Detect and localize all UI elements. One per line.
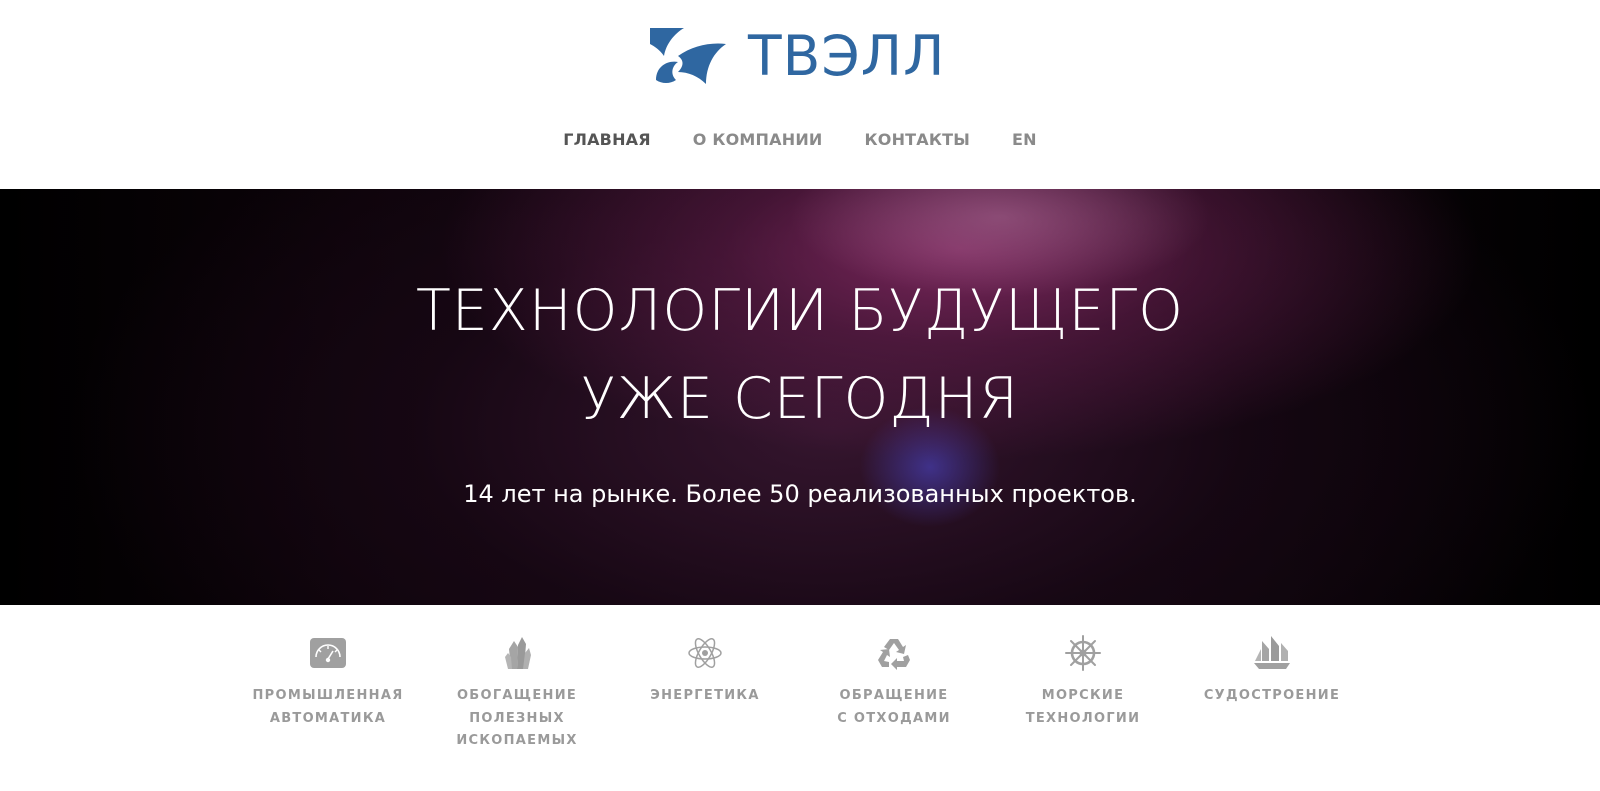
hero-title-line-1: ТЕХНОЛОГИИ БУДУЩЕГО: [415, 278, 1185, 344]
nav-item-language-en[interactable]: EN: [1012, 125, 1037, 155]
sailing-ship-icon: [1254, 636, 1290, 669]
nav-item-contacts[interactable]: КОНТАКТЫ: [865, 125, 971, 155]
site-header: ТВЭЛЛ ГЛАВНАЯ О КОМПАНИИ КОНТАКТЫ EN: [0, 0, 1600, 189]
ship-wheel-icon: [1065, 635, 1101, 671]
feature-waste-management[interactable]: ОБРАЩЕНИЕ С ОТХОДАМИ: [814, 633, 974, 730]
feature-label: МОРСКИЕ ТЕХНОЛОГИИ: [1025, 688, 1141, 726]
logo-text: ТВЭЛЛ: [748, 24, 946, 88]
logo-mark-icon: [650, 28, 726, 84]
feature-industrial-automation[interactable]: ПРОМЫШЛЕННАЯ АВТОМАТИКА: [248, 633, 408, 730]
nav-item-home[interactable]: ГЛАВНАЯ: [563, 125, 651, 155]
feature-label: ПРОМЫШЛЕННАЯ АВТОМАТИКА: [252, 688, 404, 726]
main-nav: ГЛАВНАЯ О КОМПАНИИ КОНТАКТЫ EN: [0, 125, 1600, 155]
logo[interactable]: ТВЭЛЛ: [648, 26, 952, 86]
hero-subtitle: 14 лет на рынке. Более 50 реализованных …: [463, 480, 1137, 508]
hero-title: ТЕХНОЛОГИИ БУДУЩЕГО УЖЕ СЕГОДНЯ: [0, 267, 1600, 443]
feature-shipbuilding[interactable]: СУДОСТРОЕНИЕ: [1192, 633, 1352, 708]
feature-energy[interactable]: ЭНЕРГЕТИКА: [625, 633, 785, 708]
feature-marine-technology[interactable]: МОРСКИЕ ТЕХНОЛОГИИ: [1003, 633, 1163, 730]
feature-mineral-processing[interactable]: ОБОГАЩЕНИЕ ПОЛЕЗНЫХ ИСКОПАЕМЫХ: [437, 633, 597, 753]
hero-title-line-2: УЖЕ СЕГОДНЯ: [580, 366, 1020, 432]
nav-item-about[interactable]: О КОМПАНИИ: [693, 125, 823, 155]
hero-banner: ТЕХНОЛОГИИ БУДУЩЕГО УЖЕ СЕГОДНЯ 14 лет н…: [0, 189, 1600, 605]
gauge-icon: [310, 638, 346, 668]
atom-icon: [688, 638, 722, 668]
feature-label: ОБОГАЩЕНИЕ ПОЛЕЗНЫХ ИСКОПАЕМЫХ: [456, 688, 578, 748]
feature-label: ОБРАЩЕНИЕ С ОТХОДАМИ: [837, 688, 951, 726]
recycle-icon: [878, 639, 910, 670]
feature-label: СУДОСТРОЕНИЕ: [1203, 688, 1341, 703]
feature-label: ЭНЕРГЕТИКА: [650, 688, 760, 703]
crystal-icon: [505, 637, 531, 669]
industries-section: ПРОМЫШЛЕННАЯ АВТОМАТИКА ОБОГАЩЕНИЕ ПОЛЕЗ…: [0, 605, 1600, 791]
